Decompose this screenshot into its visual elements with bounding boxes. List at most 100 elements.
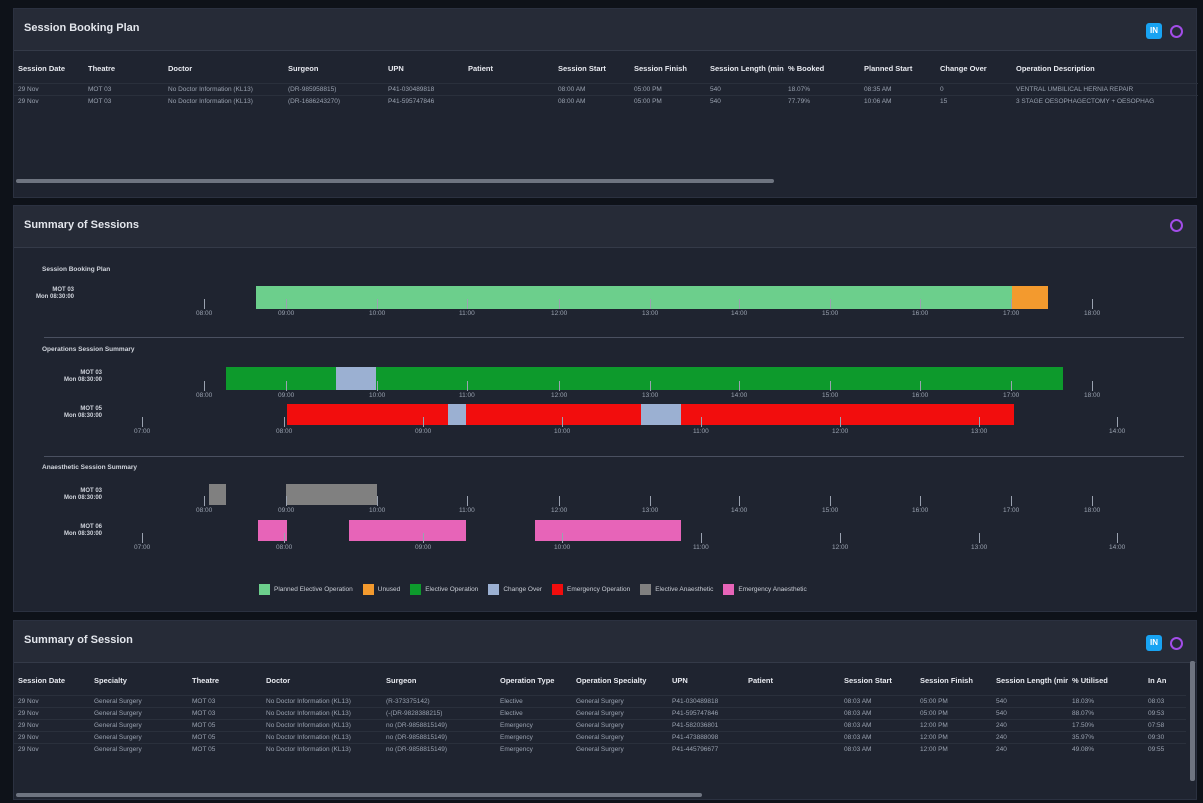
table-row[interactable]: 29 Nov MOT 03 No Doctor Information (KL13)… [14,94,1198,107]
tick-label: 14:00 [1109,544,1126,551]
column-header[interactable]: Patient [744,667,840,695]
column-header[interactable]: In An [1144,667,1186,695]
legend-item[interactable]: Planned Elective Operation [259,584,353,595]
column-header[interactable]: Operation Description [1012,55,1198,83]
table-cell: 49.08% [1068,742,1144,755]
column-header[interactable]: Session Date [14,55,84,83]
table-cell: 240 [992,742,1068,755]
bar-change-over[interactable] [448,404,466,425]
table-cell: 08:03 AM [840,706,916,719]
column-header[interactable]: UPN [384,55,464,83]
table-cell: General Surgery [572,742,668,755]
table-row[interactable]: 29 Nov General Surgery MOT 05 No Doctor Inf… [14,718,1186,731]
column-header[interactable]: Doctor [164,55,284,83]
refresh-icon[interactable] [1170,219,1183,232]
table-cell: No Doctor Information (KL13) [262,706,382,719]
panel-header: Summary of Sessions [14,206,1196,248]
legend-item[interactable]: Unused [362,584,400,595]
summary-sessions-panel: Summary of Sessions Session Booking Plan… [13,205,1197,612]
column-header[interactable]: Session Finish [916,667,992,695]
bar-unused[interactable] [1012,286,1048,309]
tick-line [739,381,740,391]
table-cell: 240 [992,718,1068,731]
column-header[interactable]: Surgeon [382,667,496,695]
table-row[interactable]: 29 Nov General Surgery MOT 05 No Doctor Inf… [14,742,1186,755]
table-cell: P41-582036801 [668,718,744,731]
legend-item[interactable]: Elective Anaesthetic [640,584,713,595]
export-button[interactable]: IN [1146,635,1162,651]
column-header[interactable]: Doctor [262,667,382,695]
table-row[interactable]: 29 Nov General Surgery MOT 03 No Doctor Inf… [14,694,1186,707]
column-header[interactable]: Specialty [90,667,188,695]
table-cell: Emergency [496,742,572,755]
horizontal-scrollbar[interactable] [16,793,702,797]
table-cell: Emergency [496,718,572,731]
column-header[interactable]: Operation Specialty [572,667,668,695]
tick-line [920,381,921,391]
bar-emergency-anaesthetic[interactable] [349,520,466,541]
bar-emergency-op[interactable] [466,404,641,425]
column-header[interactable]: Session Finish [630,55,706,83]
column-header[interactable]: % Utilised [1068,667,1144,695]
table-cell: 3 STAGE OESOPHAGECTOMY + OESOPHAG [1012,94,1198,107]
tick-label: 12:00 [551,310,568,317]
column-header[interactable]: Session Start [840,667,916,695]
bar-elective-anaesthetic[interactable] [209,484,226,505]
legend-item[interactable]: Emergency Operation [551,584,630,595]
column-header[interactable]: Operation Type [496,667,572,695]
export-button[interactable]: IN [1146,23,1162,39]
column-header[interactable]: UPN [668,667,744,695]
table-cell: Elective [496,706,572,719]
tick-line [377,496,378,506]
tick-label: 14:00 [731,310,748,317]
bar-planned-elective[interactable] [256,286,1012,309]
column-header[interactable]: Planned Start [860,55,936,83]
tick-line [286,496,287,506]
refresh-icon[interactable] [1170,25,1183,38]
session-table: Session Date Specialty Theatre Doctor Surgeo… [14,667,1186,755]
row-label-mot03: MOT 03 Mon 08:30:00 [14,287,74,301]
bar-emergency-anaesthetic[interactable] [535,520,681,541]
table-cell: P41-595747846 [384,94,464,107]
column-header[interactable]: Session Length (min) [706,55,784,83]
table-row[interactable]: 29 Nov General Surgery MOT 03 No Doctor Inf… [14,706,1186,719]
refresh-icon[interactable] [1170,637,1183,650]
bar-change-over[interactable] [336,367,376,390]
column-header[interactable]: Surgeon [284,55,384,83]
column-header[interactable]: Session Date [14,667,90,695]
table-cell: 18.03% [1068,694,1144,707]
table-cell: 0 [936,82,1012,95]
legend-item[interactable]: Emergency Anaesthetic [723,584,807,595]
table-cell: 10:06 AM [860,94,936,107]
row-label-mot05: MOT 05 Mon 08:30:00 [42,406,102,420]
column-header[interactable]: Theatre [188,667,262,695]
vertical-scrollbar[interactable] [1190,661,1195,781]
tick-line [467,381,468,391]
bar-elective-anaesthetic[interactable] [286,484,377,505]
row-label-text: MOT 03 Mon 08:30:00 [63,488,102,501]
bar-change-over[interactable] [641,404,681,425]
column-header[interactable]: Change Over [936,55,1012,83]
table-row[interactable]: 29 Nov MOT 03 No Doctor Information (KL13)… [14,82,1198,95]
tick-label: 11:00 [693,428,709,435]
bar-emergency-anaesthetic[interactable] [258,520,287,541]
bar-elective-op[interactable] [226,367,336,390]
tick-label: 09:00 [278,392,295,399]
bar-elective-op[interactable] [376,367,1063,390]
legend-swatch [259,584,270,595]
table-row[interactable]: 29 Nov General Surgery MOT 05 No Doctor Inf… [14,730,1186,743]
table-cell: General Surgery [572,706,668,719]
legend-item[interactable]: Change Over [488,584,542,595]
column-header[interactable]: Theatre [84,55,164,83]
horizontal-scrollbar[interactable] [16,179,774,183]
column-header[interactable]: Patient [464,55,554,83]
legend-item[interactable]: Elective Operation [410,584,478,595]
bar-emergency-op[interactable] [681,404,1014,425]
tick-line [562,417,563,427]
panel-header: Summary of Session IN [14,621,1196,663]
table-cell: 88.07% [1068,706,1144,719]
tick-label: 10:00 [554,544,571,551]
column-header[interactable]: Session Length (min) [992,667,1068,695]
column-header[interactable]: % Booked [784,55,860,83]
column-header[interactable]: Session Start [554,55,630,83]
